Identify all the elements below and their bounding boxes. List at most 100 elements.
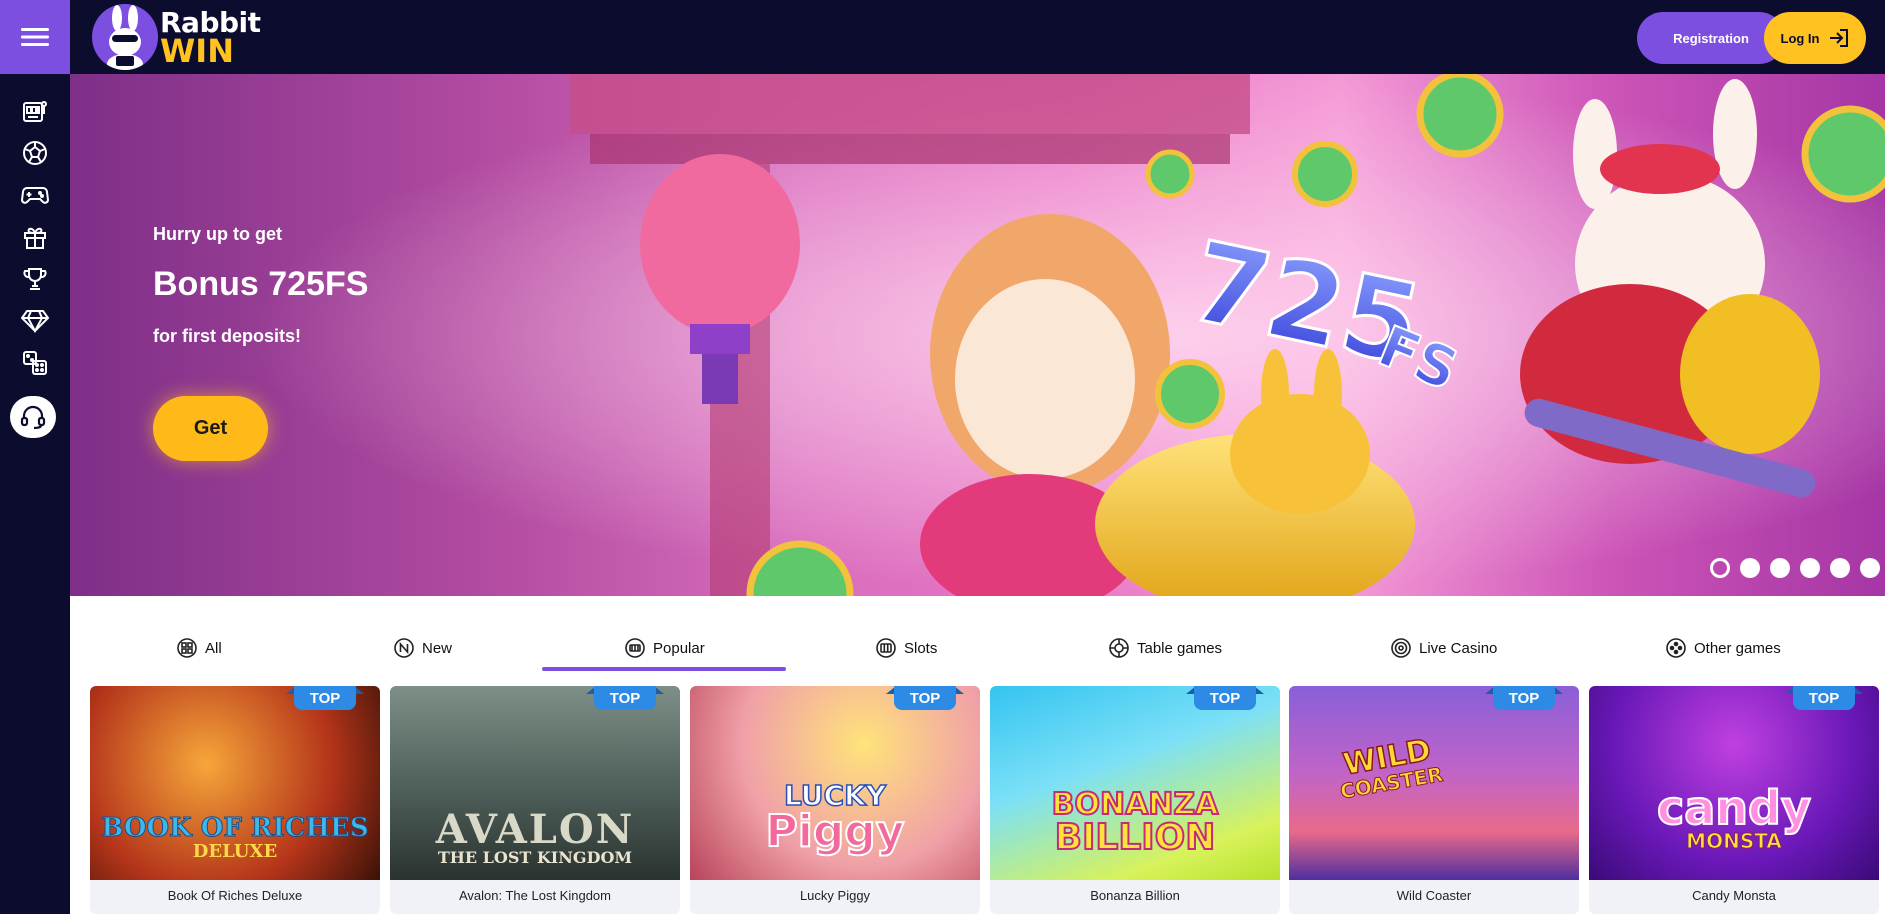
game-art-line2: Piggy bbox=[764, 806, 905, 857]
tab-all[interactable]: All bbox=[177, 636, 222, 660]
game-thumbnail: LUCKY Piggy bbox=[690, 686, 980, 880]
top-badge: TOP bbox=[586, 686, 664, 710]
diamond-icon bbox=[21, 310, 49, 333]
game-card[interactable]: LUCKY Piggy TOP Lucky Piggy bbox=[690, 686, 980, 914]
game-card[interactable]: BONANZA BILLION TOP Bonanza Billion bbox=[990, 686, 1280, 914]
game-thumbnail: BOOK OF RICHES DELUXE bbox=[90, 686, 380, 880]
top-badge: TOP bbox=[1785, 686, 1863, 710]
carousel-dot[interactable] bbox=[1800, 558, 1820, 578]
game-thumbnail: candy MONSTA bbox=[1589, 686, 1879, 880]
game-card[interactable]: AVALON THE LOST KINGDOM TOP Avalon: The … bbox=[390, 686, 680, 914]
banner-hurry: Hurry up to get bbox=[153, 224, 282, 244]
game-name: Avalon: The Lost Kingdom bbox=[458, 888, 611, 903]
get-label: Get bbox=[193, 417, 228, 439]
tab-label: Popular bbox=[653, 639, 705, 657]
slots-icon bbox=[876, 638, 896, 658]
game-name: Wild Coaster bbox=[1396, 888, 1472, 903]
login-button[interactable]: Log In bbox=[1764, 12, 1866, 64]
game-art-line2: THE LOST KINGDOM bbox=[437, 848, 633, 867]
game-name: Candy Monsta bbox=[1692, 888, 1776, 903]
game-grid: BOOK OF RICHES DELUXE TOP Book Of Riches… bbox=[90, 686, 1880, 914]
sidebar-item-vip[interactable] bbox=[0, 300, 70, 342]
table-games-icon bbox=[1109, 638, 1129, 658]
tab-popular[interactable]: Popular bbox=[625, 636, 705, 660]
top-badge: TOP bbox=[1186, 686, 1264, 710]
page-root: Rabbit WIN Registration Log In 725 FS Hu… bbox=[0, 0, 1885, 914]
grid-icon bbox=[177, 638, 197, 658]
game-art-line2: DELUXE bbox=[192, 841, 278, 862]
left-sidebar bbox=[0, 0, 70, 914]
top-badge: TOP bbox=[886, 686, 964, 710]
sidebar-nav bbox=[0, 90, 70, 384]
tab-slots[interactable]: Slots bbox=[876, 636, 937, 660]
tab-live-casino[interactable]: Live Casino bbox=[1391, 636, 1497, 660]
get-bonus-button[interactable]: Get bbox=[153, 396, 268, 461]
dice-icon bbox=[23, 351, 47, 375]
game-art-line1: candy bbox=[1656, 781, 1812, 835]
new-icon bbox=[394, 638, 414, 658]
game-art-line1: BOOK OF RICHES bbox=[101, 813, 369, 843]
sidebar-item-dice[interactable] bbox=[0, 342, 70, 384]
sidebar-item-tournaments[interactable] bbox=[0, 258, 70, 300]
tab-other-games[interactable]: Other games bbox=[1666, 636, 1781, 660]
banner-bonus-title: Bonus 725FS bbox=[153, 265, 369, 303]
sidebar-item-sports[interactable] bbox=[0, 132, 70, 174]
logo-text: Rabbit WIN bbox=[160, 9, 261, 70]
game-name: Bonanza Billion bbox=[1090, 888, 1180, 903]
logo[interactable]: Rabbit WIN bbox=[92, 4, 261, 70]
game-art-line2: BILLION bbox=[1054, 817, 1217, 858]
game-thumbnail: BONANZA BILLION bbox=[990, 686, 1280, 880]
game-art-line1: BONANZA bbox=[1051, 787, 1220, 822]
game-card[interactable]: BOOK OF RICHES DELUXE TOP Book Of Riches… bbox=[90, 686, 380, 914]
login-label: Log In bbox=[1780, 30, 1820, 46]
top-badge: TOP bbox=[1485, 686, 1563, 710]
carousel-dot[interactable] bbox=[1860, 558, 1880, 578]
tab-label: New bbox=[422, 639, 453, 657]
soccer-ball-icon bbox=[23, 141, 47, 165]
registration-button[interactable]: Registration bbox=[1637, 12, 1785, 64]
popular-icon bbox=[625, 638, 645, 658]
live-casino-icon bbox=[1391, 638, 1411, 658]
game-name: Book Of Riches Deluxe bbox=[167, 888, 303, 903]
top-header: Rabbit WIN Registration Log In bbox=[70, 0, 1885, 74]
gamepad-icon bbox=[21, 187, 49, 204]
carousel-dot[interactable] bbox=[1770, 558, 1790, 578]
tab-label: Live Casino bbox=[1419, 639, 1498, 657]
carousel-dot[interactable] bbox=[1710, 558, 1730, 578]
carousel-dots bbox=[1710, 558, 1880, 578]
game-art-line1: AVALON bbox=[435, 806, 635, 853]
sidebar-item-games[interactable] bbox=[0, 174, 70, 216]
tab-label: Slots bbox=[904, 639, 938, 657]
top-badge: TOP bbox=[286, 686, 364, 710]
carousel-dot[interactable] bbox=[1830, 558, 1850, 578]
tab-label: Other games bbox=[1694, 639, 1781, 657]
other-games-icon bbox=[1666, 638, 1686, 658]
slot-machine-icon bbox=[23, 101, 47, 122]
game-thumbnail: AVALON THE LOST KINGDOM bbox=[390, 686, 680, 880]
tab-label: All bbox=[205, 639, 222, 657]
game-card[interactable]: WILD COASTER TOP Wild Coaster bbox=[1289, 686, 1579, 914]
banner-first-deposits: for first deposits! bbox=[153, 326, 302, 346]
banner-text: Hurry up to get Bonus 725FS for first de… bbox=[153, 224, 368, 347]
sidebar-item-slots[interactable] bbox=[0, 90, 70, 132]
menu-button[interactable] bbox=[0, 0, 70, 74]
login-arrow-icon bbox=[1829, 29, 1848, 47]
rabbit-logo-icon bbox=[92, 4, 158, 70]
carousel-dot[interactable] bbox=[1740, 558, 1760, 578]
tab-new[interactable]: New bbox=[394, 636, 452, 660]
gift-icon bbox=[24, 227, 46, 249]
sidebar-item-bonuses[interactable] bbox=[0, 216, 70, 258]
tab-label: Table games bbox=[1137, 639, 1223, 657]
hamburger-icon bbox=[21, 28, 49, 46]
logo-line2: WIN bbox=[160, 32, 234, 70]
headset-icon bbox=[20, 405, 46, 430]
trophy-icon bbox=[23, 268, 47, 290]
active-tab-indicator bbox=[542, 667, 786, 671]
game-name: Lucky Piggy bbox=[799, 888, 871, 903]
game-category-tabs: All New Popular Slots Table games Live C… bbox=[70, 596, 1885, 678]
support-button[interactable] bbox=[10, 396, 56, 438]
game-thumbnail: WILD COASTER bbox=[1289, 686, 1579, 880]
tab-table-games[interactable]: Table games bbox=[1109, 636, 1222, 660]
game-card[interactable]: candy MONSTA TOP Candy Monsta bbox=[1589, 686, 1879, 914]
promo-banner: 725 FS Hurry up to get Bonus 725FS for f… bbox=[70, 74, 1885, 596]
